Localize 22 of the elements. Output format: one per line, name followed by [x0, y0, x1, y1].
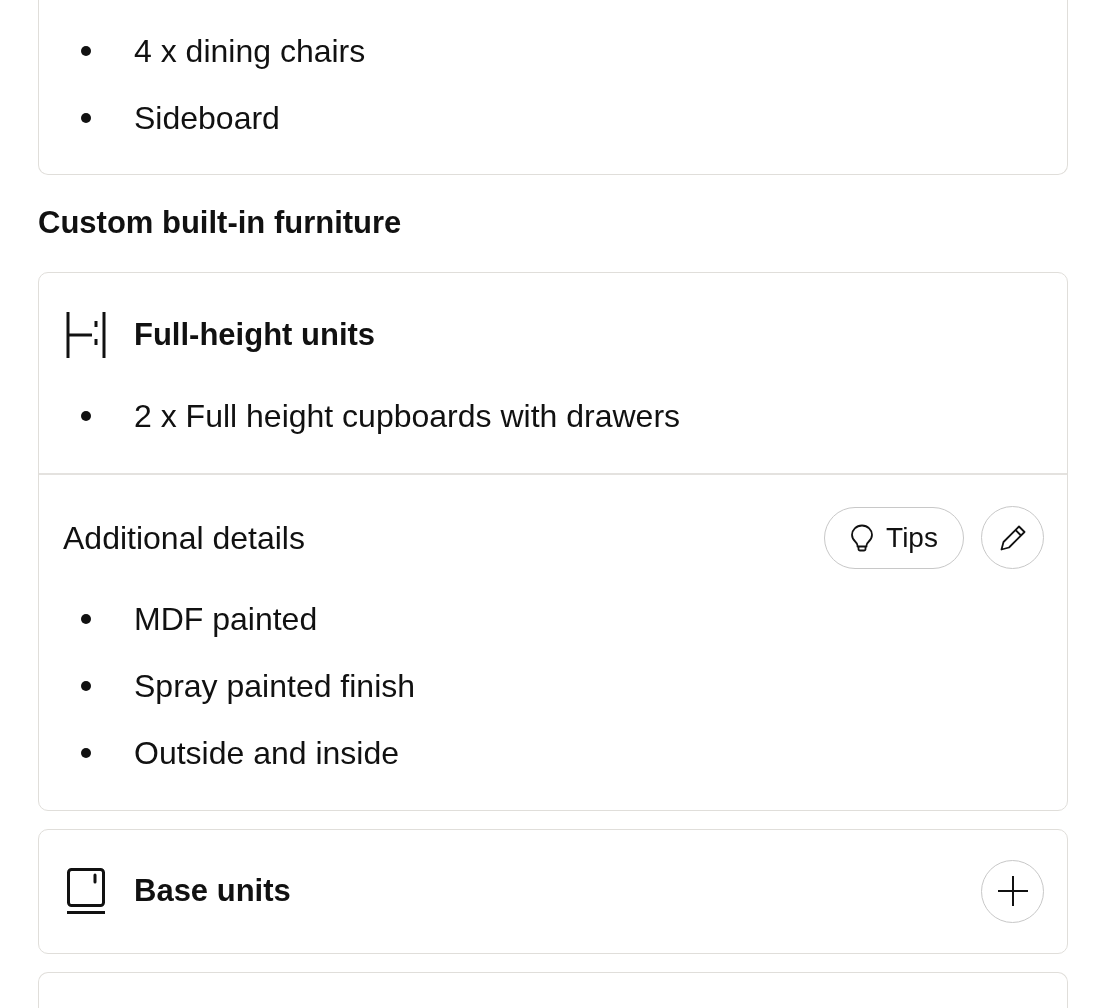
list-item-text: MDF painted	[134, 599, 318, 639]
unit-title: Base units	[134, 872, 291, 910]
bullet-icon	[81, 680, 91, 691]
list-item-text: 4 x dining chairs	[134, 32, 366, 71]
bullet-icon	[81, 410, 91, 421]
section-heading: Custom built-in furniture	[38, 204, 403, 242]
bullet-icon	[81, 747, 91, 758]
list-item-text: Spray painted finish	[134, 666, 416, 706]
plus-icon	[997, 876, 1028, 906]
additional-details-label: Additional details	[63, 518, 305, 558]
list-item-text: Sideboard	[134, 99, 280, 138]
cabinet-icon	[67, 868, 105, 914]
list-item-text: Outside and inside	[134, 733, 400, 773]
full-height-unit-icon	[66, 311, 106, 358]
bullet-icon	[81, 613, 91, 624]
bullet-icon	[81, 113, 91, 123]
pencil-icon	[999, 524, 1026, 551]
unit-title: Full-height units	[134, 315, 376, 354]
list-item-text: 2 x Full height cupboards with drawers	[134, 396, 681, 436]
lightbulb-icon	[850, 523, 875, 552]
bullet-icon	[81, 46, 91, 56]
tips-button[interactable]: Tips	[824, 506, 964, 569]
